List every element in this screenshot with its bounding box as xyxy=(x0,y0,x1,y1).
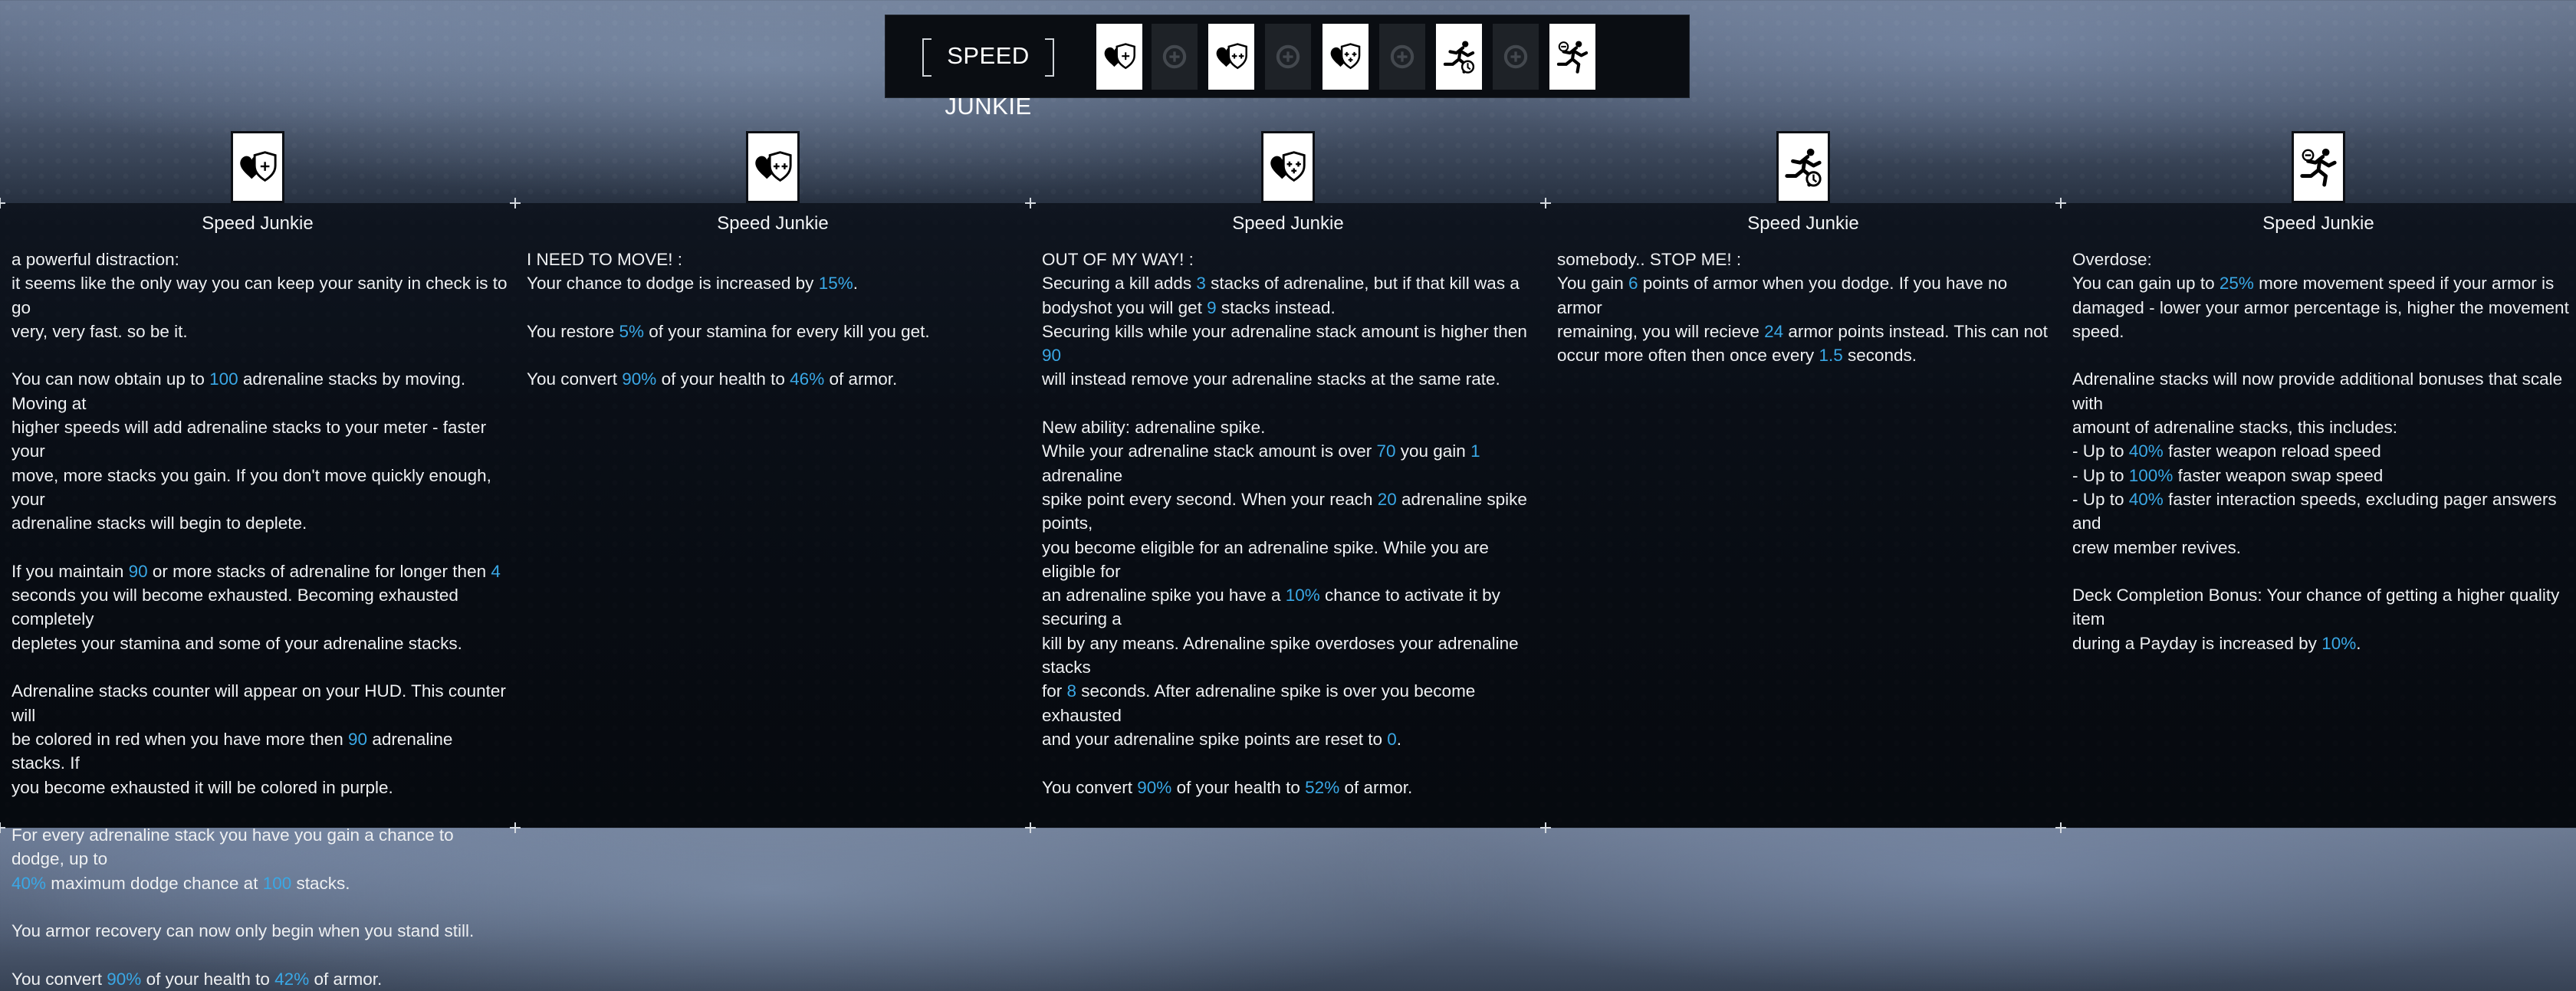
perk-card-panel: Speed Junkie OUT OF MY WAY! : Securing a … xyxy=(1025,131,1546,833)
description-text: or more stacks of adrenaline for longer … xyxy=(147,561,491,581)
highlight-value: 40% xyxy=(12,873,47,893)
running-man-icon[interactable] xyxy=(2292,131,2345,203)
description-text: more movement speed if your armor is dam… xyxy=(2072,274,2569,461)
description-text: seconds. After adrenaline spike is over … xyxy=(1042,681,1476,749)
highlight-value: 20 xyxy=(1377,489,1397,509)
description-text: of armor. xyxy=(309,969,383,989)
perk-deck-title-label: SPEED JUNKIE xyxy=(945,42,1032,120)
description-text: . xyxy=(2356,633,2361,653)
perk-deck-bar: SPEED JUNKIE xyxy=(885,15,1690,120)
highlight-value: 90 xyxy=(1042,346,1062,366)
bracket-right xyxy=(1045,38,1054,77)
perk-card-panel: Speed Junkie somebody.. STOP ME! : You ga… xyxy=(1540,131,2061,833)
highlight-value: 90% xyxy=(107,969,142,989)
description-text: Overdose: You can gain up to xyxy=(2072,250,2215,294)
highlight-value: 0 xyxy=(1387,729,1397,749)
highlight-value: 40% xyxy=(2128,441,2164,461)
running-man-icon[interactable] xyxy=(1549,24,1595,90)
highlight-value: 90% xyxy=(622,369,657,389)
perk-card-panel: Speed Junkie I NEED TO MOVE! : Your chanc… xyxy=(510,131,1030,833)
shield-plus-icon[interactable] xyxy=(1261,131,1315,203)
highlight-value: 90 xyxy=(348,729,368,749)
highlight-value: 42% xyxy=(274,969,310,989)
highlight-value: 100% xyxy=(2128,465,2174,485)
highlight-value: 9 xyxy=(1207,297,1217,317)
description-text: maximum dodge chance at xyxy=(46,873,263,893)
highlight-value: 3 xyxy=(1196,274,1206,294)
highlight-value: 90% xyxy=(1137,777,1172,797)
perk-dim-icon-3[interactable] xyxy=(1379,24,1425,90)
description-text: adrenaline stacks by moving. Moving at h… xyxy=(12,369,491,581)
description-text: a powerful distraction: it seems like th… xyxy=(12,250,508,389)
description-text: of your health to xyxy=(1171,777,1306,797)
perk-card-title: Speed Junkie xyxy=(717,213,829,234)
running-man-shield-icon[interactable] xyxy=(1436,24,1482,90)
heart-shield-double-plus-icon[interactable] xyxy=(1208,24,1254,90)
perk-dim-icon-2[interactable] xyxy=(1265,24,1311,90)
description-text: of your health to xyxy=(656,369,790,389)
perk-card-title: Speed Junkie xyxy=(202,213,314,234)
shield-plus-icon[interactable] xyxy=(1322,24,1368,90)
bracket-left xyxy=(922,38,932,77)
highlight-value: 100 xyxy=(262,873,292,893)
description-text: seconds you will become exhausted. Becom… xyxy=(12,586,506,749)
highlight-value: 25% xyxy=(2219,274,2254,294)
corner-cross-mark xyxy=(2055,822,2066,833)
highlight-value: 8 xyxy=(1066,681,1077,701)
perk-card-title: Speed Junkie xyxy=(2262,213,2374,234)
heart-shield-double-plus-icon[interactable] xyxy=(746,131,800,203)
perk-card-panel: Speed Junkie Overdose: You can gain up to… xyxy=(2055,131,2576,833)
highlight-value: 70 xyxy=(1376,441,1396,461)
description-text: adrenaline stacks. If you become exhaust… xyxy=(12,729,454,869)
highlight-value: 1.5 xyxy=(1819,346,1843,366)
perk-dim-icon-1[interactable] xyxy=(1152,24,1198,90)
highlight-value: 90 xyxy=(128,561,148,581)
perk-dim-icon-4[interactable] xyxy=(1493,24,1539,90)
corner-cross-mark xyxy=(0,822,5,833)
perk-card-description: OUT OF MY WAY! : Securing a kill adds 3 … xyxy=(1042,248,1540,799)
perk-card-description: I NEED TO MOVE! : Your chance to dodge i… xyxy=(527,248,1025,392)
description-text: OUT OF MY WAY! : Securing a kill adds xyxy=(1042,250,1194,294)
highlight-value: 6 xyxy=(1628,274,1638,294)
highlight-value: 46% xyxy=(790,369,825,389)
corner-cross-mark xyxy=(510,822,521,833)
corner-cross-mark xyxy=(0,198,5,208)
perk-card-description: Overdose: You can gain up to 25% more mo… xyxy=(2072,248,2571,655)
perk-card-description: somebody.. STOP ME! : You gain 6 points … xyxy=(1557,248,2055,367)
highlight-value: 52% xyxy=(1305,777,1340,797)
highlight-value: 40% xyxy=(2128,489,2164,509)
heart-shield-plus-icon[interactable] xyxy=(231,131,284,203)
corner-cross-mark xyxy=(2055,198,2066,208)
corner-cross-mark xyxy=(510,198,521,208)
description-text: of armor. xyxy=(824,369,898,389)
perk-card-title: Speed Junkie xyxy=(1232,213,1344,234)
highlight-value: 15% xyxy=(818,274,853,294)
perk-card-description: a powerful distraction: it seems like th… xyxy=(12,248,510,991)
description-text: I NEED TO MOVE! : Your chance to dodge i… xyxy=(527,250,814,294)
highlight-value: 10% xyxy=(1285,586,1320,605)
description-text: seconds. xyxy=(1842,346,1917,366)
heart-shield-plus-icon[interactable] xyxy=(1096,24,1142,90)
running-man-shield-icon[interactable] xyxy=(1776,131,1830,203)
highlight-value: 10% xyxy=(2321,633,2357,653)
corner-cross-mark xyxy=(1025,822,1036,833)
highlight-value: 100 xyxy=(209,369,238,389)
corner-cross-mark xyxy=(1025,198,1036,208)
description-text: of your health to xyxy=(141,969,275,989)
perk-deck-title[interactable]: SPEED JUNKIE xyxy=(922,31,1054,120)
highlight-value: 1 xyxy=(1470,441,1480,461)
description-text: you gain xyxy=(1395,441,1471,461)
perk-card-title: Speed Junkie xyxy=(1747,213,1859,234)
corner-cross-mark xyxy=(1540,822,1551,833)
description-text: of armor. xyxy=(1339,777,1413,797)
highlight-value: 24 xyxy=(1764,321,1784,341)
corner-cross-mark xyxy=(1540,198,1551,208)
description-text: faster interaction speeds, excluding pag… xyxy=(2072,489,2560,653)
highlight-value: 4 xyxy=(491,561,501,581)
perk-card-panel: Speed Junkie a powerful distraction: it s… xyxy=(0,131,515,989)
highlight-value: 5% xyxy=(619,321,645,341)
